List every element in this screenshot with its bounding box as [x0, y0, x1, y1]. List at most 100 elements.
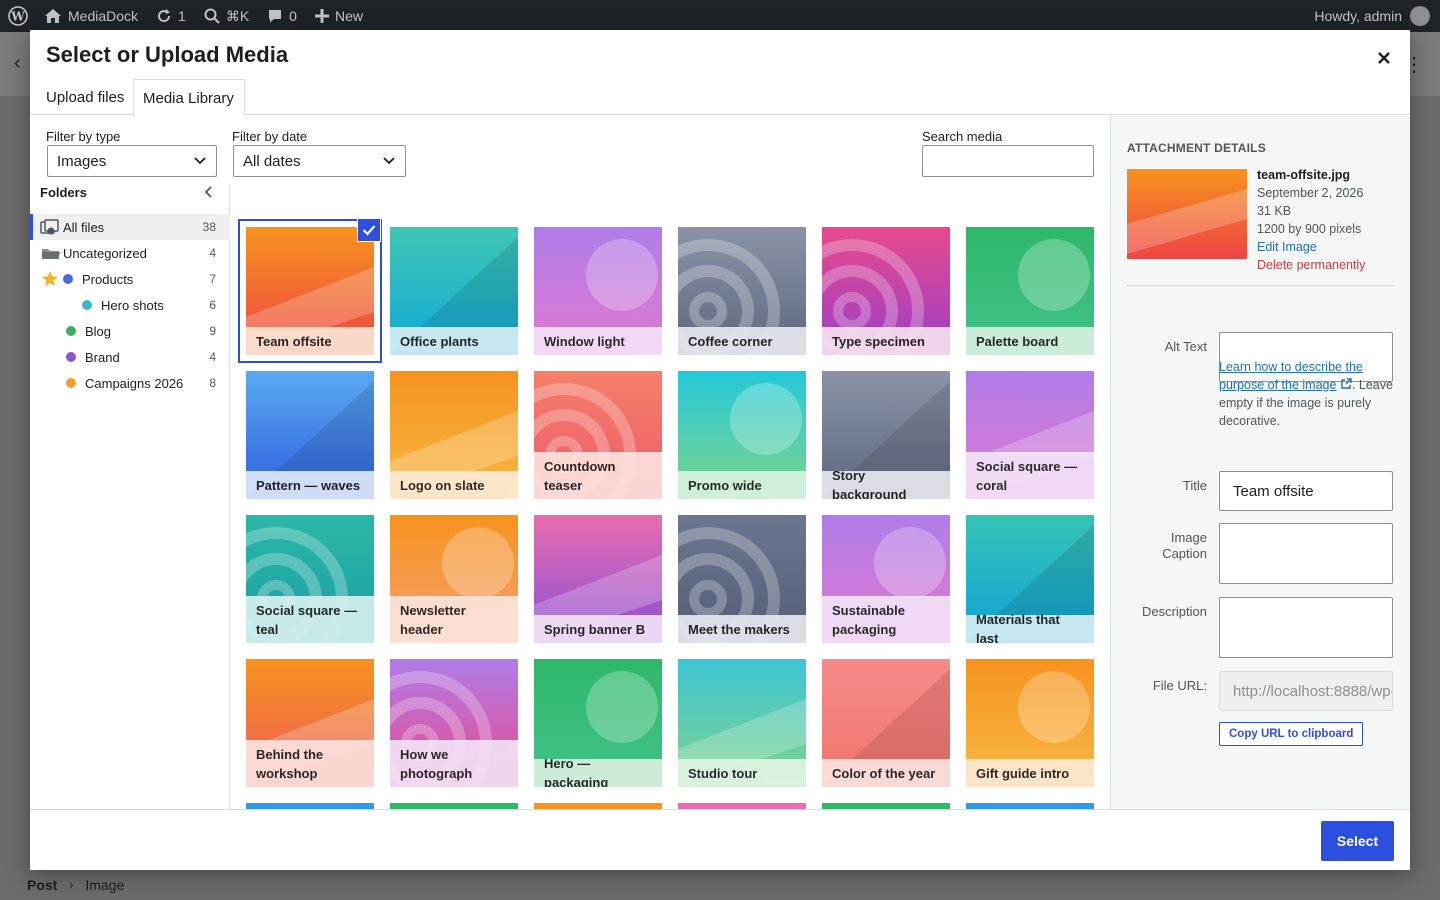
folder-label: Campaigns 2026: [85, 375, 184, 391]
site-name-link[interactable]: MediaDock: [44, 0, 138, 32]
media-item-title: Office plants: [390, 327, 518, 355]
wordpress-logo-icon[interactable]: W: [2, 0, 34, 32]
folder-item-hero-shots[interactable]: Hero shots 6: [30, 292, 230, 318]
modal-tabs: Upload files Media Library: [30, 79, 1410, 116]
comments-link[interactable]: 0: [267, 0, 297, 32]
title-field[interactable]: Team offsite: [1219, 471, 1393, 511]
updates-link[interactable]: 1: [156, 0, 186, 32]
folders-heading: Folders: [40, 185, 87, 200]
file-url-label: File URL:: [1152, 678, 1207, 693]
admin-bar: W MediaDock 1 ⌘K 0 New Howdy, admin: [0, 0, 1440, 32]
folder-item-brand[interactable]: Brand 4: [30, 344, 230, 370]
media-item-title: Type specimen: [822, 327, 950, 355]
folder-item-uncategorized[interactable]: Uncategorized 4: [30, 240, 230, 266]
folder-label: Uncategorized: [63, 245, 147, 261]
new-content-link[interactable]: New: [314, 0, 363, 32]
media-item-title: Social square — teal: [246, 596, 374, 643]
folder-item-all-files[interactable]: All files 38: [30, 214, 230, 240]
image-caption-field[interactable]: [1219, 523, 1393, 584]
media-item[interactable]: Window light: [534, 227, 662, 355]
filter-date-value: All dates: [243, 153, 301, 170]
media-item[interactable]: Pattern — waves: [246, 371, 374, 499]
folder-label: Hero shots: [101, 297, 164, 313]
media-item[interactable]: Palette board: [966, 227, 1094, 355]
folder-item-blog[interactable]: Blog 9: [30, 318, 230, 344]
file-url-field[interactable]: http://localhost:8888/wp-content/uploads…: [1219, 671, 1393, 711]
comment-icon: [269, 10, 282, 23]
media-item[interactable]: Behind the workshop: [246, 659, 374, 787]
refresh-icon: [158, 9, 171, 23]
media-item-title: Newsletter header: [390, 596, 518, 643]
media-item-title: Color of the year: [822, 759, 950, 787]
media-item[interactable]: Countdown teaser: [534, 371, 662, 499]
folder-item-campaigns-2026[interactable]: Campaigns 2026 8: [30, 370, 230, 396]
filter-type-select[interactable]: Images: [47, 145, 217, 177]
media-item-title: Materials that last: [966, 612, 1094, 643]
tab-media-library[interactable]: Media Library: [133, 79, 245, 116]
description-field[interactable]: [1219, 597, 1393, 658]
close-icon: [1378, 52, 1390, 64]
media-item-title: Sustainable packaging: [822, 596, 950, 643]
tab-upload-files[interactable]: Upload files: [30, 79, 140, 115]
close-button[interactable]: [1372, 46, 1396, 70]
media-item-title: Pattern — waves: [246, 471, 374, 499]
media-item-title: Social square — coral: [966, 452, 1094, 499]
updates-count: 1: [178, 8, 186, 24]
media-item-title: Coffee corner: [678, 327, 806, 355]
media-item[interactable]: Social square — coral: [966, 371, 1094, 499]
media-item[interactable]: How we photograph products: [390, 659, 518, 787]
media-item[interactable]: Office plants: [390, 227, 518, 355]
attachment-details-panel: ATTACHMENT DETAILS team-offsite.jpg Sept…: [1110, 115, 1410, 809]
media-item[interactable]: Logo on slate: [390, 371, 518, 499]
greeting: Howdy, admin: [1314, 8, 1402, 24]
command-search-link[interactable]: ⌘K: [204, 0, 249, 32]
details-divider: [1127, 285, 1395, 286]
my-account-link[interactable]: Howdy, admin: [1314, 0, 1440, 32]
media-item[interactable]: Meet the makers: [678, 515, 806, 643]
edit-image-link[interactable]: Edit Image: [1257, 238, 1365, 256]
media-item[interactable]: Sustainable packaging: [822, 515, 950, 643]
alt-text-label: Alt Text: [1164, 339, 1207, 354]
svg-text:W: W: [10, 10, 25, 24]
folder-count: 4: [209, 246, 216, 260]
site-name: MediaDock: [68, 8, 139, 24]
breadcrumb: Post › Image: [0, 870, 1440, 900]
media-item[interactable]: Social square — teal: [246, 515, 374, 643]
search-media-input[interactable]: [922, 145, 1094, 177]
media-item[interactable]: Story background: [822, 371, 950, 499]
collapse-folders-icon[interactable]: [204, 185, 214, 201]
select-button[interactable]: Select: [1321, 821, 1394, 861]
details-heading: ATTACHMENT DETAILS: [1127, 141, 1266, 155]
media-item[interactable]: Spring banner B: [534, 515, 662, 643]
media-item[interactable]: Coffee corner: [678, 227, 806, 355]
media-item[interactable]: Newsletter header: [390, 515, 518, 643]
back-arrow-icon: ‹: [14, 52, 21, 74]
media-item[interactable]: Type specimen: [822, 227, 950, 355]
folder-all-icon: [40, 219, 60, 235]
folder-color-dot: [66, 378, 76, 388]
media-item[interactable]: Materials that last: [966, 515, 1094, 643]
folder-item-products[interactable]: Products 7: [30, 266, 230, 292]
media-item-title: Gift guide intro: [966, 759, 1094, 787]
delete-permanently-link[interactable]: Delete permanently: [1257, 256, 1365, 274]
filter-date-select[interactable]: All dates: [233, 145, 406, 177]
media-grid: Team offsite Office plants Window light Cof…: [230, 185, 1110, 809]
external-link-icon: [1341, 378, 1352, 389]
chevron-right-icon: ›: [69, 878, 74, 892]
checkmark-icon[interactable]: [357, 218, 381, 242]
folder-label: Products: [82, 271, 134, 287]
search-media-label: Search media: [922, 129, 1003, 144]
breadcrumb-item: Image: [85, 877, 125, 893]
description-label: Description: [1141, 604, 1207, 619]
folder-count: 4: [209, 350, 216, 364]
media-item[interactable]: Color of the year: [822, 659, 950, 787]
details-dimensions: 1200 by 900 pixels: [1257, 222, 1362, 236]
media-item-title: Palette board: [966, 327, 1094, 355]
media-item[interactable]: Studio tour: [678, 659, 806, 787]
media-item[interactable]: Hero — packaging: [534, 659, 662, 787]
modal-footer: Select: [30, 809, 1410, 870]
media-item[interactable]: Promo wide: [678, 371, 806, 499]
media-item[interactable]: Gift guide intro: [966, 659, 1094, 787]
copy-url-button[interactable]: Copy URL to clipboard: [1219, 722, 1364, 746]
media-item-title: Spring banner B: [534, 615, 662, 643]
